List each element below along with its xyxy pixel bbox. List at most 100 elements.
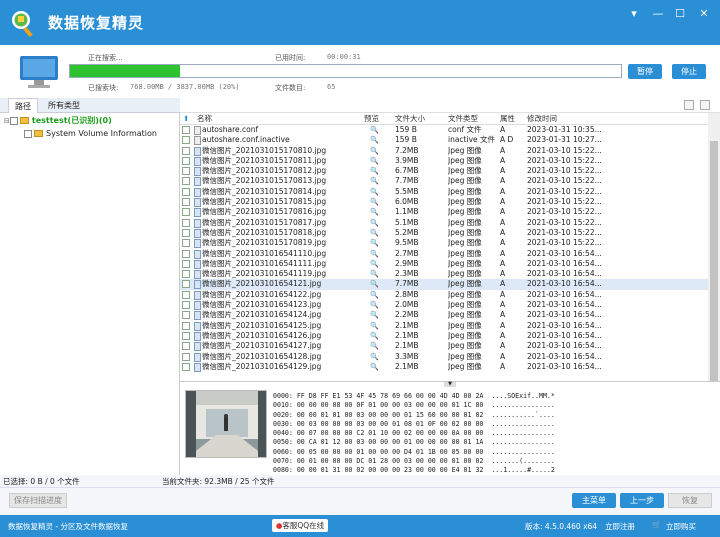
preview-magnifier-icon[interactable]: 🔍 [370, 176, 379, 186]
row-checkbox[interactable] [182, 352, 190, 361]
col-preview[interactable]: 预览 [364, 113, 379, 125]
row-checkbox[interactable] [182, 249, 190, 258]
table-row[interactable]: 微信图片_2021031016541119.jpg 🔍 2.3MB Jpeg 图像 A 2… [180, 269, 708, 280]
table-row[interactable]: 微信图片_2021031015170818.jpg 🔍 5.2MB Jpeg 图像 A 2… [180, 228, 708, 238]
tree-item-checkbox[interactable] [24, 129, 32, 138]
splitter-handle-icon[interactable]: ▼ [444, 382, 456, 387]
vertical-scrollbar[interactable] [708, 113, 720, 381]
table-row[interactable]: 微信图片_202103101654122.jpg 🔍 2.8MB Jpeg 图像 A 20… [180, 290, 708, 300]
list-view-icon[interactable] [684, 100, 694, 110]
main-menu-button[interactable]: 主菜单 [572, 493, 616, 508]
preview-magnifier-icon[interactable]: 🔍 [370, 238, 379, 248]
table-row[interactable]: 微信图片_202103101654125.jpg 🔍 2.1MB Jpeg 图像 A 20… [180, 321, 708, 331]
table-row[interactable]: 微信图片_2021031015170819.jpg 🔍 9.5MB Jpeg 图像 A 2… [180, 238, 708, 249]
minimize-button[interactable]: — [648, 6, 668, 22]
preview-magnifier-icon[interactable]: 🔍 [370, 269, 379, 279]
col-size[interactable]: 文件大小 [395, 113, 425, 125]
table-row[interactable]: autoshare.conf 🔍 159 B conf 文件 A 2023-01-31 1… [180, 125, 708, 135]
table-row[interactable]: 微信图片_2021031015170811.jpg 🔍 3.9MB Jpeg 图像 A 2… [180, 156, 708, 166]
row-checkbox[interactable] [182, 239, 190, 248]
row-checkbox[interactable] [182, 311, 190, 320]
row-checkbox[interactable] [182, 177, 190, 186]
table-row[interactable]: 微信图片_202103101654128.jpg 🔍 3.3MB Jpeg 图像 A 20… [180, 352, 708, 362]
col-type[interactable]: 文件类型 [448, 113, 478, 125]
row-checkbox[interactable] [182, 187, 190, 196]
register-link[interactable]: 立即注册 [605, 521, 635, 532]
preview-magnifier-icon[interactable]: 🔍 [370, 321, 379, 331]
qq-service-button[interactable]: ●客服QQ在线 [272, 519, 328, 532]
table-row[interactable]: 微信图片_2021031015170817.jpg 🔍 5.1MB Jpeg 图像 A 2… [180, 218, 708, 228]
table-row[interactable]: 微信图片_2021031016541110.jpg 🔍 2.7MB Jpeg 图像 A 2… [180, 249, 708, 259]
row-checkbox[interactable] [182, 290, 190, 299]
preview-magnifier-icon[interactable]: 🔍 [370, 187, 379, 197]
stop-button[interactable]: 停止 [672, 64, 706, 79]
row-checkbox[interactable] [182, 218, 190, 227]
preview-magnifier-icon[interactable]: 🔍 [370, 362, 379, 372]
table-row[interactable]: 微信图片_2021031015170814.jpg 🔍 5.5MB Jpeg 图像 A 2… [180, 187, 708, 197]
preview-magnifier-icon[interactable]: 🔍 [370, 135, 379, 145]
preview-magnifier-icon[interactable]: 🔍 [370, 228, 379, 238]
row-checkbox[interactable] [182, 198, 190, 207]
preview-magnifier-icon[interactable]: 🔍 [370, 197, 379, 207]
row-checkbox[interactable] [182, 331, 190, 340]
table-row[interactable]: 微信图片_202103101654121.jpg 🔍 7.7MB Jpeg 图像 A 20… [180, 279, 708, 290]
table-row[interactable]: 微信图片_2021031015170812.jpg 🔍 6.7MB Jpeg 图像 A 2… [180, 166, 708, 177]
row-checkbox[interactable] [182, 362, 190, 371]
table-row[interactable]: 微信图片_2021031015170815.jpg 🔍 6.0MB Jpeg 图像 A 2… [180, 197, 708, 208]
scrollbar-thumb[interactable] [710, 141, 718, 381]
table-row[interactable]: 微信图片_2021031015170816.jpg 🔍 1.1MB Jpeg 图像 A 2… [180, 207, 708, 218]
col-attr[interactable]: 属性 [500, 113, 515, 125]
row-checkbox[interactable] [182, 259, 190, 268]
pause-button[interactable]: 暂停 [628, 64, 662, 79]
preview-magnifier-icon[interactable]: 🔍 [370, 146, 379, 156]
preview-magnifier-icon[interactable]: 🔍 [370, 166, 379, 176]
preview-magnifier-icon[interactable]: 🔍 [370, 279, 379, 289]
previous-step-button[interactable]: 上一步 [620, 493, 664, 508]
table-row[interactable]: 微信图片_202103101654127.jpg 🔍 2.1MB Jpeg 图像 A 20… [180, 341, 708, 352]
row-checkbox[interactable] [182, 321, 190, 330]
row-checkbox[interactable] [182, 156, 190, 165]
save-scan-button[interactable]: 保存扫描进度 [9, 493, 67, 508]
preview-magnifier-icon[interactable]: 🔍 [370, 218, 379, 228]
row-checkbox[interactable] [182, 208, 190, 217]
preview-magnifier-icon[interactable]: 🔍 [370, 300, 379, 310]
preview-magnifier-icon[interactable]: 🔍 [370, 125, 379, 135]
col-name[interactable]: 名称 [197, 113, 212, 125]
table-row[interactable]: 微信图片_202103101654129.jpg 🔍 2.1MB Jpeg 图像 A 20… [180, 362, 708, 372]
sort-up-icon[interactable]: ⬆ [183, 113, 189, 125]
row-checkbox[interactable] [182, 270, 190, 279]
preview-magnifier-icon[interactable]: 🔍 [370, 207, 379, 217]
maximize-button[interactable]: ☐ [670, 6, 690, 22]
preview-magnifier-icon[interactable]: 🔍 [370, 341, 379, 351]
tree-item-system-volume[interactable]: System Volume Information [24, 128, 157, 140]
row-checkbox[interactable] [182, 301, 190, 310]
preview-magnifier-icon[interactable]: 🔍 [370, 259, 379, 269]
preview-magnifier-icon[interactable]: 🔍 [370, 331, 379, 341]
recover-button[interactable]: 恢复 [668, 493, 712, 508]
row-checkbox[interactable] [182, 228, 190, 237]
preview-magnifier-icon[interactable]: 🔍 [370, 249, 379, 259]
row-checkbox[interactable] [182, 146, 190, 155]
col-modified[interactable]: 修改时间 [527, 113, 557, 125]
row-checkbox[interactable] [182, 167, 190, 176]
preview-magnifier-icon[interactable]: 🔍 [370, 156, 379, 166]
buy-link[interactable]: 立即购买 [666, 521, 696, 532]
table-row[interactable]: 微信图片_2021031015170810.jpg 🔍 7.2MB Jpeg 图像 A 2… [180, 146, 708, 156]
table-row[interactable]: 微信图片_202103101654123.jpg 🔍 2.0MB Jpeg 图像 A 20… [180, 300, 708, 311]
tab-all-types[interactable]: 所有类型 [42, 98, 86, 113]
preview-magnifier-icon[interactable]: 🔍 [370, 290, 379, 300]
preview-magnifier-icon[interactable]: 🔍 [370, 352, 379, 362]
detail-view-icon[interactable] [700, 100, 710, 110]
tree-root-checkbox[interactable] [9, 116, 18, 125]
close-button[interactable]: ✕ [694, 6, 714, 22]
tree-root[interactable]: ⊟ testtest(已识别)(0) [4, 115, 112, 127]
row-checkbox[interactable] [182, 136, 190, 145]
menu-icon[interactable]: ▾ [624, 6, 644, 22]
table-row[interactable]: 微信图片_202103101654124.jpg 🔍 2.2MB Jpeg 图像 A 20… [180, 310, 708, 321]
table-row[interactable]: autoshare.conf.inactive 🔍 159 B inactive 文件… [180, 135, 708, 146]
row-checkbox[interactable] [182, 342, 190, 351]
preview-magnifier-icon[interactable]: 🔍 [370, 310, 379, 320]
table-row[interactable]: 微信图片_2021031016541111.jpg 🔍 2.9MB Jpeg 图像 A 2… [180, 259, 708, 269]
row-checkbox[interactable] [182, 280, 190, 289]
tab-path[interactable]: 路径 [8, 98, 38, 113]
